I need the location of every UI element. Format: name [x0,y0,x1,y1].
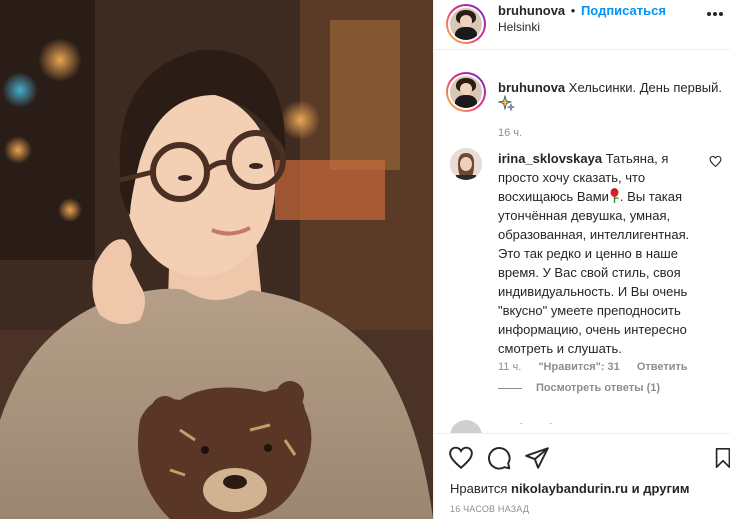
author-avatar[interactable] [446,4,486,44]
caption: bruhunova Хельсинки. День первый. [498,79,723,97]
replies-divider [498,387,522,389]
post-timestamp[interactable]: 16 ЧАСОВ НАЗАД [450,504,529,514]
sparkle-icon [498,95,515,112]
commenter-avatar-image [450,148,482,180]
comment-body: irina_sklovskaya Татьяна, я просто хочу … [498,149,710,358]
post-panel: bruhunova • Подписаться Helsinki bruhuno… [433,0,730,519]
caption-avatar[interactable] [446,72,486,112]
post-photo-illustration [0,0,433,519]
heart-icon[interactable] [448,445,474,471]
caption-body: Хельсинки. День первый. [568,80,722,95]
comment-likes[interactable]: "Нравится": 31 [538,361,619,373]
comment-text-part2: . Вы такая утончённая девушка, умная, об… [498,189,690,356]
commenter-username[interactable]: irina_sklovskaya [498,151,602,166]
caption-username[interactable]: bruhunova [498,80,565,95]
header-title-line: bruhunova • Подписаться [498,3,666,18]
rose-icon [609,188,620,203]
view-replies-label: Посмотреть ответы (1) [536,382,661,394]
view-replies-button[interactable]: Посмотреть ответы (1) [498,382,660,394]
liked-by-suffix[interactable]: и другим [632,481,690,496]
separator-dot: • [567,3,579,18]
commenter-avatar[interactable] [450,148,482,180]
reply-button[interactable]: Ответить [637,361,688,373]
comment-like-heart-icon[interactable] [709,155,722,168]
more-options-icon[interactable] [707,9,723,19]
liked-by-user[interactable]: nikolaybandurin.ru [511,481,628,496]
liked-by-line: Нравится nikolaybandurin.ru и другим [450,481,690,496]
comment-icon[interactable] [486,445,512,471]
bookmark-icon[interactable] [712,445,730,471]
liked-by-prefix: Нравится [450,481,508,496]
share-icon[interactable] [524,445,550,471]
follow-button[interactable]: Подписаться [581,3,666,18]
post-header: bruhunova • Подписаться Helsinki [434,0,730,50]
action-bar: Нравится nikolaybandurin.ru и другим 16 … [434,433,730,519]
comment-meta: 11 ч. "Нравится": 31 Ответить [498,361,702,373]
author-username[interactable]: bruhunova [498,3,565,18]
post-photo [0,0,433,519]
caption-timestamp[interactable]: 16 ч. [498,127,522,139]
post-location[interactable]: Helsinki [498,20,540,34]
comment-time[interactable]: 11 ч. [498,361,521,373]
